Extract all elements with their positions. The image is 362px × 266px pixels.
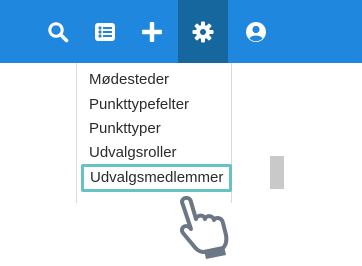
gear-icon (192, 21, 214, 42)
menu-item-modesteder[interactable]: Mødesteder (89, 71, 169, 89)
menu-item-udvalgsroller[interactable]: Udvalgsroller (89, 144, 177, 162)
profile-button[interactable] (236, 0, 276, 63)
search-button[interactable] (38, 0, 78, 63)
menu-item-punkttyper[interactable]: Punkttyper (89, 120, 161, 138)
settings-button[interactable] (178, 0, 228, 63)
add-button[interactable] (132, 0, 172, 63)
user-circle-icon (246, 21, 266, 42)
plus-icon (142, 21, 162, 42)
menu-item-udvalgsmedlemmer[interactable]: Udvalgsmedlemmer (81, 164, 233, 192)
background-element (270, 156, 284, 189)
screen: Mødesteder Punkttypefelter Punkttyper Ud… (0, 0, 362, 266)
menu-item-punkttypefelter[interactable]: Punkttypefelter (89, 96, 189, 114)
pointing-hand-icon (168, 193, 238, 259)
top-navigation-bar (0, 0, 362, 63)
search-icon (48, 21, 69, 42)
list-button[interactable] (85, 0, 125, 63)
settings-dropdown-menu: Mødesteder Punkttypefelter Punkttyper Ud… (76, 63, 233, 203)
list-icon (95, 22, 115, 41)
